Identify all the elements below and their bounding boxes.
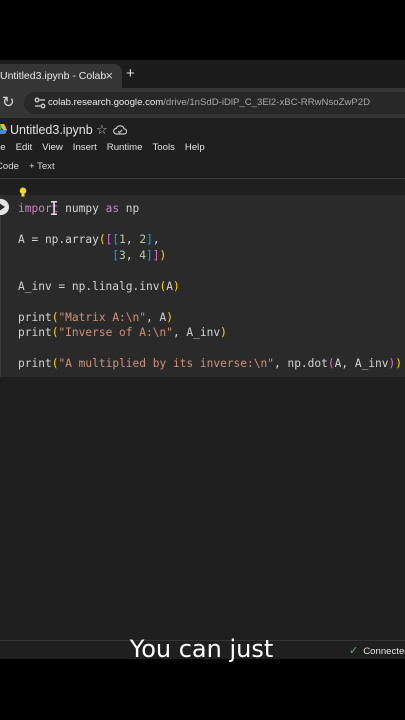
drive-icon: [0, 124, 7, 134]
code-line-9: print("Inverse of A:\n", A_inv): [18, 326, 227, 339]
code-line-6: A_inv = np.linalg.inv(A): [18, 280, 180, 293]
code-token: "A multiplied by its inverse:\n": [58, 357, 274, 370]
url-host: colab.research.google.com: [48, 97, 164, 108]
run-cell-button[interactable]: [0, 199, 9, 215]
code-token: ]: [152, 249, 160, 262]
menu-file[interactable]: ile: [0, 141, 6, 155]
video-caption: You can just: [129, 635, 274, 663]
address-bar[interactable]: colab.research.google.com/drive/1nSdD-iD…: [24, 92, 405, 114]
text-cursor-icon: [51, 201, 57, 215]
code-token: 3: [119, 249, 126, 262]
menu-help[interactable]: Help: [185, 141, 205, 155]
code-token: ]: [146, 233, 153, 246]
add-code-button[interactable]: Code: [0, 160, 19, 174]
tab-close-icon[interactable]: ×: [105, 68, 113, 84]
url-text[interactable]: colab.research.google.com/drive/1nSdD-iD…: [48, 96, 370, 110]
notebook-title[interactable]: Untitled3.ipynb: [10, 123, 93, 137]
menu-edit[interactable]: Edit: [16, 141, 33, 155]
code-token: "Inverse of A:\n": [58, 326, 173, 339]
code-token: ]: [146, 249, 153, 262]
url-path: /drive/1nSdD-iDlP_C_3El2-xBC-RRwNsoZwP2D: [163, 97, 371, 108]
tab-title: Untitled3.ipynb - Colab: [0, 70, 107, 82]
code-cell[interactable]: import numpy as np A = np.array([[1, 2],…: [0, 195, 405, 377]
add-text-button[interactable]: + Text: [29, 160, 55, 174]
star-icon[interactable]: ☆: [96, 122, 108, 138]
code-token: as: [105, 202, 120, 215]
code-token: ): [395, 357, 403, 370]
code-token: 1: [119, 233, 126, 246]
notebook-toolbar: Code + Text: [0, 160, 65, 174]
browser-tab-strip: Untitled3.ipynb - Colab × +: [0, 60, 405, 88]
code-token: ): [172, 280, 180, 293]
menu-tools[interactable]: Tools: [153, 141, 175, 155]
site-info-icon[interactable]: [33, 96, 47, 110]
menu-bar: ile Edit View Insert Runtime Tools Help: [0, 141, 215, 155]
menu-runtime[interactable]: Runtime: [107, 141, 143, 155]
header-divider: [0, 178, 405, 179]
code-line-3: A = np.array([[1, 2],: [18, 233, 160, 246]
code-token: (: [159, 280, 167, 293]
code-token: (: [327, 357, 335, 370]
browser-tab-active[interactable]: Untitled3.ipynb - Colab ×: [0, 64, 122, 88]
code-line-1: import numpy as np: [18, 202, 140, 215]
code-line-4: [3, 4]]): [112, 249, 167, 262]
code-token: ): [159, 249, 167, 262]
reload-icon[interactable]: ↻: [2, 95, 15, 111]
code-line-8: print("Matrix A:\n", A): [18, 311, 173, 324]
code-token: (: [98, 233, 106, 246]
code-token: ): [220, 326, 227, 339]
cloud-saved-icon[interactable]: [113, 124, 127, 136]
new-tab-icon[interactable]: +: [126, 65, 135, 83]
address-bar-row: ↻ colab.research.google.com/drive/1nSdD-…: [0, 88, 405, 118]
code-line-11: print("A multiplied by its inverse:\n", …: [18, 357, 403, 370]
screen: Untitled3.ipynb - Colab × + ↻ colab.rese…: [0, 60, 405, 659]
lightbulb-icon[interactable]: [19, 187, 27, 198]
menu-view[interactable]: View: [42, 141, 63, 155]
menu-insert[interactable]: Insert: [73, 141, 97, 155]
code-token: ): [166, 311, 173, 324]
code-token: "Matrix A:\n": [58, 311, 146, 324]
